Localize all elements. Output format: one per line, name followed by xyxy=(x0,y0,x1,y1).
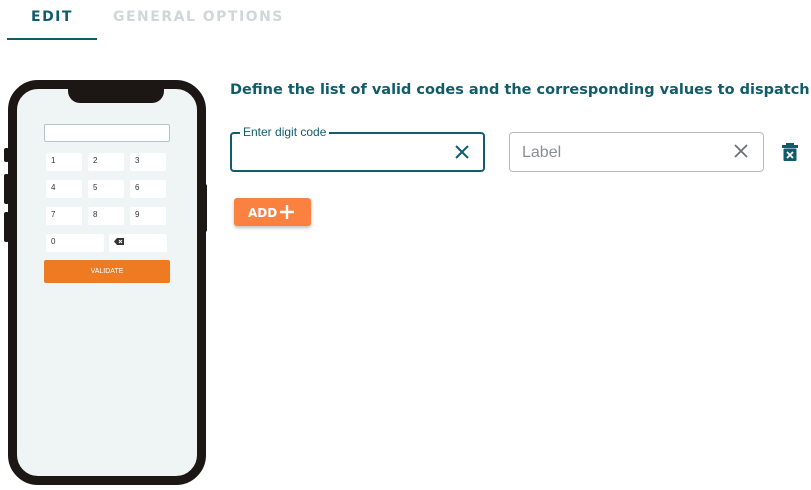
keypad-display xyxy=(44,124,170,142)
tab-bar: EDIT GENERAL OPTIONS xyxy=(0,0,811,42)
tab-edit[interactable]: EDIT xyxy=(31,9,73,25)
tab-general-options[interactable]: GENERAL OPTIONS xyxy=(113,9,284,25)
clear-icon[interactable] xyxy=(453,143,471,161)
keypad-validate-button: VALIDATE xyxy=(44,260,170,283)
keypad-key-4: 4 xyxy=(46,180,82,198)
keypad-key-8: 8 xyxy=(88,207,124,225)
keypad-key-7: 7 xyxy=(46,207,82,225)
keypad-key-0: 0 xyxy=(46,234,104,252)
label-field[interactable]: Label xyxy=(509,132,764,172)
label-placeholder: Label xyxy=(522,144,562,161)
keypad-key-3: 3 xyxy=(130,153,166,171)
keypad-key-9: 9 xyxy=(130,207,166,225)
keypad-key-2: 2 xyxy=(88,153,124,171)
keypad-key-5: 5 xyxy=(88,180,124,198)
add-button[interactable]: ADD xyxy=(234,198,311,226)
active-tab-indicator xyxy=(7,38,97,40)
keypad-key-1: 1 xyxy=(46,153,82,171)
phone-notch xyxy=(68,87,164,103)
page-title: Define the list of valid codes and the c… xyxy=(230,82,810,98)
digit-code-field[interactable]: Enter digit code xyxy=(230,125,485,172)
trash-icon[interactable] xyxy=(782,143,798,161)
clear-icon[interactable] xyxy=(732,142,750,160)
backspace-icon xyxy=(114,238,124,245)
plus-icon xyxy=(280,205,294,219)
keypad-key-backspace xyxy=(109,234,167,252)
keypad-key-6: 6 xyxy=(130,180,166,198)
digit-code-label: Enter digit code xyxy=(240,125,330,139)
add-button-label: ADD xyxy=(248,206,278,220)
